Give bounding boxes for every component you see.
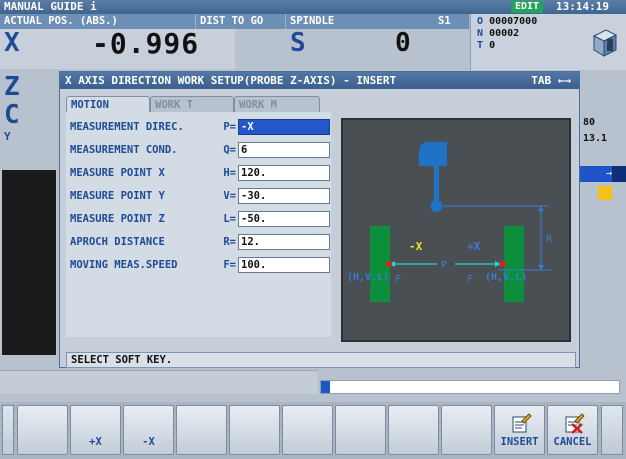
tab-motion[interactable]: MOTION [66, 96, 150, 112]
title-bar: MANUAL GUIDE i EDIT 13:14:19 [0, 0, 626, 14]
probe-diagram-svg: R -X +X P (H,V,L) F F (H,V,L) [347, 142, 553, 302]
softkey-insert[interactable]: INSERT [494, 405, 545, 455]
tab-work-t[interactable]: WORK T [150, 96, 234, 112]
field-code: Q= [223, 144, 236, 156]
left-dark-panel [2, 170, 56, 355]
field-label: MEASUREMENT COND. [70, 144, 178, 156]
spindle-title: SPINDLE [290, 15, 335, 27]
softkey-8[interactable] [388, 405, 439, 455]
r-arrow-top [538, 206, 544, 211]
minus-x-label: -X [409, 240, 423, 253]
measurement-direc-field[interactable]: -X [238, 119, 330, 135]
axis-x-label: X [4, 28, 20, 58]
field-code: V= [223, 190, 236, 202]
probe-stylus [434, 166, 439, 202]
softkey-6[interactable] [282, 405, 333, 455]
softkey-return-button[interactable] [2, 405, 14, 455]
work-setup-dialog: X AXIS DIRECTION WORK SETUP(PROBE Z-AXIS… [59, 71, 580, 368]
right-workpiece [504, 226, 524, 302]
right-value-2: 13.1 [583, 133, 608, 144]
spindle-value: 0 [395, 28, 411, 58]
spindle-panel-title: SPINDLE S1 [286, 14, 470, 29]
field-code: H= [223, 167, 236, 179]
field-label: MOVING MEAS.SPEED [70, 259, 178, 271]
message-strip [0, 370, 318, 394]
r-arrow-bottom [538, 265, 544, 270]
left-measure-point [386, 261, 392, 267]
field-label: MEASUREMENT DIREC. [70, 121, 184, 133]
softkey-cancel[interactable]: CANCEL [547, 405, 598, 455]
field-code: L= [223, 213, 236, 225]
softkey-plus-x[interactable]: +X [70, 405, 121, 455]
axis-x-value: -0.996 [92, 27, 200, 60]
approach-distance-field[interactable]: 12. [238, 234, 330, 250]
o-number: 00007000 [489, 16, 538, 27]
moving-meas-speed-field[interactable]: 100. [238, 257, 330, 273]
softkey-5[interactable] [229, 405, 280, 455]
softkey-7[interactable] [335, 405, 386, 455]
r-label: R [546, 234, 553, 245]
measure-point-z-field[interactable]: -50. [238, 211, 330, 227]
form-area: MEASUREMENT DIREC. P= -X MEASUREMENT CON… [66, 112, 331, 337]
edit-badge: EDIT [511, 1, 543, 13]
n-number: 00002 [489, 28, 520, 39]
cancel-icon [565, 413, 585, 434]
right-f-label: F [467, 274, 473, 285]
spindle-id: S1 [438, 15, 451, 27]
cnc-screen: MANUAL GUIDE i EDIT 13:14:19 ACTUAL POS.… [0, 0, 626, 459]
right-value-1: 80 [583, 117, 596, 128]
dialog-title-bar: X AXIS DIRECTION WORK SETUP(PROBE Z-AXIS… [60, 72, 579, 89]
softkey-minus-x[interactable]: -X [123, 405, 174, 455]
plus-x-label: +X [467, 240, 481, 253]
left-point-label: (H,V,L) [347, 272, 389, 283]
progress-bar [320, 380, 620, 394]
n-label: N [477, 28, 484, 39]
clock: 13:14:19 [556, 0, 609, 13]
field-code: R= [223, 236, 236, 248]
t-number: 0 [489, 40, 496, 51]
right-strip [577, 70, 626, 370]
program-panel: O 00007000 N 00002 T 0 [470, 14, 626, 70]
mode-title: MANUAL GUIDE i [4, 0, 97, 13]
tool-cube-icon[interactable] [590, 28, 618, 58]
measurement-cond-field[interactable]: 6 [238, 142, 330, 158]
tab-hint: TAB ←→ [531, 74, 571, 87]
field-code: P= [223, 121, 236, 133]
right-blue-cap [612, 166, 626, 182]
softkey-next-button[interactable] [601, 405, 623, 455]
measure-point-y-field[interactable]: -30. [238, 188, 330, 204]
probe-ball [430, 200, 443, 212]
softkey-4[interactable] [176, 405, 227, 455]
p-label: P [441, 260, 447, 271]
right-yellow-marker [598, 186, 612, 200]
right-measure-point [500, 261, 506, 267]
field-label: APROCH DISTANCE [70, 236, 165, 248]
insert-icon [512, 413, 532, 433]
softkey-plus-x-label: +X [89, 436, 102, 448]
softkey-insert-label: INSERT [500, 436, 539, 448]
softkey-cancel-label: CANCEL [553, 436, 592, 448]
status-message: SELECT SOFT KEY. [66, 352, 576, 368]
field-code: F= [223, 259, 236, 271]
spindle-letter: S [290, 28, 306, 58]
left-f-label: F [395, 274, 401, 285]
tab-work-m[interactable]: WORK M [234, 96, 320, 112]
dialog-title: X AXIS DIRECTION WORK SETUP(PROBE Z-AXIS… [65, 74, 397, 87]
field-label: MEASURE POINT Y [70, 190, 165, 202]
dist-to-go-label: DIST TO GO [196, 14, 286, 29]
softkey-9[interactable] [441, 405, 492, 455]
softkey-1[interactable] [17, 405, 68, 455]
measure-point-x-field[interactable]: 120. [238, 165, 330, 181]
softkey-minus-x-label: -X [142, 436, 155, 448]
t-label: T [477, 40, 484, 51]
field-label: MEASURE POINT Z [70, 213, 165, 225]
progress-fill [321, 381, 330, 393]
field-label: MEASURE POINT X [70, 167, 165, 179]
probe-head [419, 142, 447, 166]
o-label: O [477, 16, 484, 27]
right-point-label: (H,V,L) [485, 272, 527, 283]
probe-diagram: R -X +X P (H,V,L) F F (H,V,L) [341, 118, 571, 342]
